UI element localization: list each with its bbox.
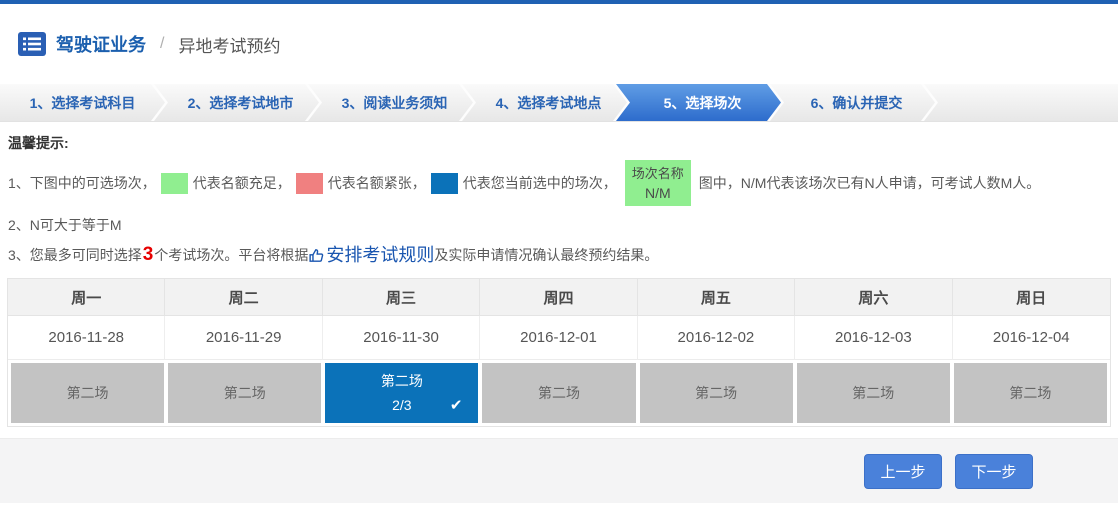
page-title: 异地考试预约 <box>178 32 280 57</box>
step-6-confirm-submit[interactable]: 6、确认并提交 <box>770 84 935 121</box>
session-ratio-row: 2/3 ✔ <box>325 393 478 417</box>
session-row: 第二场 第二场 第二场 2/3 ✔ 第二场 第二场 第二场 第二场 <box>8 360 1110 426</box>
date-cell: 2016-12-04 <box>953 316 1110 360</box>
weekday-header: 周一 <box>8 279 165 316</box>
legend-green-swatch <box>161 173 188 194</box>
breadcrumb-business-type[interactable]: 驾驶证业务 <box>56 31 146 57</box>
tip-line-1: 1、下图中的可选场次， 代表名额充足， 代表名额紧张， 代表您当前选中的场次， … <box>8 158 1110 208</box>
session-cell-saturday[interactable]: 第二场 <box>797 363 950 423</box>
tip1-blue-label: 代表您当前选中的场次， <box>463 173 617 193</box>
exam-booking-page: 驾驶证业务 / 异地考试预约 1、选择考试科目 2、选择考试地市 3、阅读业务须… <box>0 0 1118 515</box>
tip1-green-label: 代表名额充足， <box>193 173 291 193</box>
session-ratio: 2/3 <box>392 397 411 413</box>
check-icon: ✔ <box>450 394 463 418</box>
weekday-header: 周日 <box>953 279 1110 316</box>
tip1-suffix: 图中，N/M代表该场次已有N人申请，可考试人数M人。 <box>699 173 1040 193</box>
session-cell-monday[interactable]: 第二场 <box>11 363 164 423</box>
sample-box-title: 场次名称 <box>625 164 691 183</box>
exam-rules-link-text: 安排考试规则 <box>326 242 434 268</box>
tip1-red-label: 代表名额紧张， <box>328 173 426 193</box>
session-cell-tuesday[interactable]: 第二场 <box>168 363 321 423</box>
date-cell: 2016-12-02 <box>638 316 795 360</box>
weekday-header-row: 周一 周二 周三 周四 周五 周六 周日 <box>8 279 1110 316</box>
thumbs-up-icon <box>308 247 325 264</box>
breadcrumb-separator: / <box>160 35 164 53</box>
step-wizard: 1、选择考试科目 2、选择考试地市 3、阅读业务须知 4、选择考试地点 5、选择… <box>0 84 1118 122</box>
weekday-header: 周三 <box>323 279 480 316</box>
exam-rules-link[interactable]: 安排考试规则 <box>308 242 434 268</box>
next-step-button[interactable]: 下一步 <box>955 454 1033 489</box>
step-5-select-session[interactable]: 5、选择场次 <box>616 84 781 121</box>
date-cell: 2016-11-28 <box>8 316 165 360</box>
step-3-read-notice[interactable]: 3、阅读业务须知 <box>308 84 473 121</box>
tip3-prefix: 3、您最多可同时选择 <box>8 242 142 268</box>
weekday-header: 周四 <box>480 279 637 316</box>
weekday-header: 周五 <box>638 279 795 316</box>
step-4-select-site[interactable]: 4、选择考试地点 <box>462 84 627 121</box>
step-2-select-city[interactable]: 2、选择考试地市 <box>154 84 319 121</box>
tip3-suffix: 及实际申请情况确认最终预约结果。 <box>434 242 658 268</box>
step-bar-filler <box>924 84 1118 121</box>
sample-box-ratio: N/M <box>625 183 691 203</box>
weekday-header: 周二 <box>165 279 322 316</box>
date-row: 2016-11-28 2016-11-29 2016-11-30 2016-12… <box>8 316 1110 360</box>
tips-heading: 温馨提示: <box>8 132 1110 154</box>
date-cell: 2016-11-30 <box>323 316 480 360</box>
date-cell: 2016-11-29 <box>165 316 322 360</box>
date-cell: 2016-12-03 <box>795 316 952 360</box>
list-icon <box>18 32 46 56</box>
legend-blue-swatch <box>431 173 458 194</box>
session-cell-thursday[interactable]: 第二场 <box>482 363 635 423</box>
session-cell-wednesday-selected[interactable]: 第二场 2/3 ✔ <box>325 363 478 423</box>
legend-red-swatch <box>296 173 323 194</box>
weekday-header: 周六 <box>795 279 952 316</box>
session-schedule-table: 周一 周二 周三 周四 周五 周六 周日 2016-11-28 2016-11-… <box>7 278 1111 427</box>
tip-line-3: 3、您最多可同时选择 3 个考试场次。平台将根据 安排考试规则 及实际申请情况确… <box>8 242 1110 268</box>
step-1-select-subject[interactable]: 1、选择考试科目 <box>0 84 165 121</box>
session-cell-sunday[interactable]: 第二场 <box>954 363 1107 423</box>
session-cell-friday[interactable]: 第二场 <box>640 363 793 423</box>
session-sample-box: 场次名称 N/M <box>625 160 691 206</box>
tip-line-2: 2、N可大于等于M <box>8 214 1110 236</box>
date-cell: 2016-12-01 <box>480 316 637 360</box>
footer-action-bar: 上一步 下一步 <box>0 438 1118 503</box>
previous-step-button[interactable]: 上一步 <box>864 454 942 489</box>
breadcrumb: 驾驶证业务 / 异地考试预约 <box>0 4 1118 84</box>
tip1-prefix: 1、下图中的可选场次， <box>8 173 156 193</box>
max-session-count: 3 <box>142 242 155 268</box>
tip3-middle: 个考试场次。平台将根据 <box>154 242 308 268</box>
tips-section: 温馨提示: 1、下图中的可选场次， 代表名额充足， 代表名额紧张， 代表您当前选… <box>0 122 1118 268</box>
session-label: 第二场 <box>381 371 423 391</box>
